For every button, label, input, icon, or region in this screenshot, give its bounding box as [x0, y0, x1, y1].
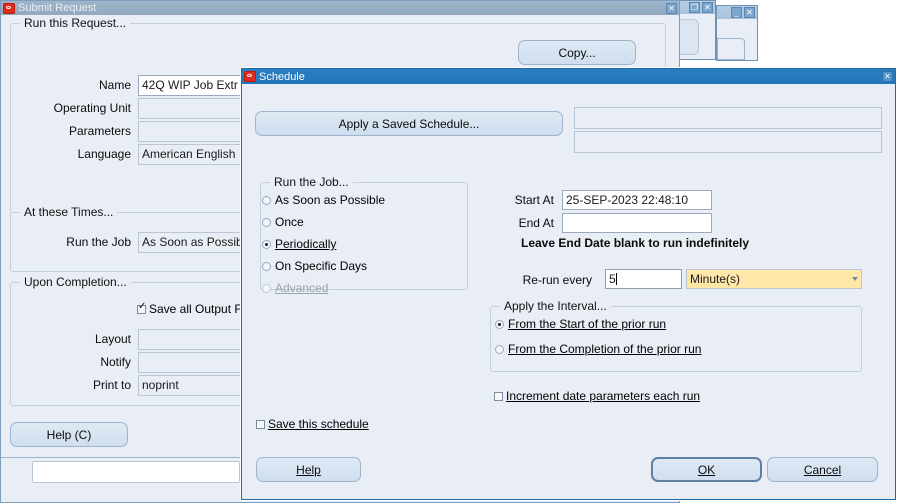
operating-unit-field[interactable]	[138, 98, 243, 119]
saved-schedule-name-field[interactable]	[574, 107, 882, 129]
rerun-every-value: 5	[609, 272, 616, 286]
apply-saved-schedule-button[interactable]: Apply a Saved Schedule...	[255, 111, 563, 136]
bg-window-2-titlebar[interactable]: _ ✕	[717, 6, 757, 19]
status-bar	[32, 461, 240, 483]
radio-icon[interactable]	[262, 217, 271, 227]
help-c-button[interactable]: Help (C)	[10, 422, 128, 447]
checkbox-icon[interactable]	[137, 302, 146, 314]
apply-interval-label: Apply the Interval...	[500, 299, 611, 313]
saved-schedule-desc-field[interactable]	[574, 131, 882, 153]
radio-label: From the Completion of the prior run	[508, 342, 702, 356]
print-to-label: Print to	[92, 378, 131, 392]
radio-icon[interactable]	[262, 261, 271, 271]
radio-on-specific-days[interactable]: On Specific Days	[262, 259, 367, 273]
save-this-schedule-checkbox-row[interactable]: Save this schedule	[256, 417, 369, 431]
help-button[interactable]: Help	[256, 457, 361, 482]
maximize-icon[interactable]: ❐	[689, 2, 700, 13]
at-these-times-label: At these Times...	[20, 205, 118, 219]
language-field[interactable]: American English	[138, 144, 243, 165]
end-at-label: End At	[518, 216, 554, 230]
rerun-every-label: Re-run every	[522, 273, 592, 287]
schedule-title: Schedule	[259, 70, 305, 83]
operating-unit-label: Operating Unit	[53, 101, 131, 115]
oracle-logo-icon	[3, 2, 15, 14]
print-to-field[interactable]: noprint	[138, 375, 243, 396]
apply-saved-schedule-label: Apply a Saved Schedule...	[338, 116, 480, 131]
save-all-output-label: Save all Output F	[149, 302, 242, 316]
parameters-field[interactable]	[138, 121, 243, 142]
notify-field[interactable]	[138, 352, 243, 373]
submit-request-title: Submit Request	[18, 2, 97, 14]
copy-button[interactable]: Copy...	[518, 40, 636, 65]
radio-from-start-of-prior-run[interactable]: From the Start of the prior run	[495, 317, 666, 331]
name-field[interactable]: 42Q WIP Job Extr	[138, 75, 243, 96]
parameters-label: Parameters	[68, 124, 131, 138]
bg-window-2-content	[717, 38, 745, 60]
radio-as-soon-as-possible[interactable]: As Soon as Possible	[262, 193, 385, 207]
close-icon[interactable]: ✕	[666, 2, 677, 14]
run-this-request-label: Run this Request...	[20, 16, 131, 30]
close-icon[interactable]: ✕	[882, 71, 893, 82]
desktop: ❐ ✕ _ ✕ Submit Request ✕ Run this Reques…	[0, 0, 900, 503]
run-the-job-group-label: Run the Job...	[270, 175, 353, 189]
radio-icon[interactable]	[262, 195, 271, 205]
save-all-output-checkbox-row[interactable]: Save all Output F	[137, 302, 242, 316]
cancel-button[interactable]: Cancel	[767, 457, 878, 482]
language-label: Language	[77, 147, 131, 161]
layout-label: Layout	[94, 332, 131, 346]
minimize-icon[interactable]: _	[731, 7, 742, 18]
notify-label: Notify	[100, 355, 131, 369]
radio-label: Advanced	[275, 281, 329, 295]
save-this-schedule-label: Save this schedule	[268, 417, 369, 431]
help-c-button-label: Help (C)	[46, 427, 92, 442]
close-icon[interactable]: ✕	[702, 2, 713, 13]
end-at-field[interactable]	[562, 213, 712, 233]
layout-field[interactable]	[138, 329, 243, 350]
radio-icon[interactable]	[262, 239, 271, 249]
radio-label: As Soon as Possible	[275, 193, 386, 207]
radio-label: On Specific Days	[275, 259, 368, 273]
bg-window-2[interactable]: _ ✕	[716, 5, 758, 61]
radio-periodically[interactable]: Periodically	[262, 237, 336, 251]
oracle-logo-icon	[244, 71, 256, 82]
radio-label: Periodically	[275, 237, 337, 251]
ok-button[interactable]: OK	[651, 457, 762, 482]
help-button-label: Help	[296, 462, 321, 477]
start-at-field[interactable]: 25-SEP-2023 22:48:10	[562, 190, 712, 210]
apply-interval-group: Apply the Interval...	[490, 299, 862, 372]
rerun-unit-dropdown[interactable]: Minute(s)	[686, 269, 862, 289]
run-the-job-label: Run the Job	[66, 235, 131, 249]
radio-once[interactable]: Once	[262, 215, 304, 229]
rerun-every-input[interactable]: 5	[605, 269, 682, 289]
run-the-job-field[interactable]: As Soon as Possib	[138, 232, 243, 253]
checkbox-icon[interactable]	[256, 419, 265, 429]
radio-icon[interactable]	[495, 319, 504, 329]
schedule-titlebar[interactable]: Schedule ✕	[242, 69, 895, 84]
rerun-unit-value: Minute(s)	[690, 272, 741, 286]
schedule-dialog[interactable]: Schedule ✕ Apply a Saved Schedule... Run…	[241, 68, 896, 500]
start-at-label: Start At	[514, 193, 554, 207]
cancel-button-label: Cancel	[803, 462, 842, 477]
checkbox-icon[interactable]	[494, 391, 503, 401]
close-icon[interactable]: ✕	[744, 7, 755, 18]
bg-window-1-content	[677, 19, 699, 55]
increment-date-parameters-label: Increment date parameters each run	[506, 389, 701, 403]
radio-label: From the Start of the prior run	[508, 317, 667, 331]
radio-from-completion-of-prior-run[interactable]: From the Completion of the prior run	[495, 342, 701, 356]
chevron-down-icon[interactable]	[852, 277, 858, 281]
ok-button-label: OK	[697, 462, 716, 477]
upon-completion-label: Upon Completion...	[20, 275, 131, 289]
submit-request-titlebar[interactable]: Submit Request ✕	[1, 1, 679, 15]
end-date-hint: Leave End Date blank to run indefinitely	[521, 236, 750, 250]
name-label: Name	[98, 78, 131, 92]
radio-label: Once	[275, 215, 304, 229]
radio-icon	[262, 283, 271, 293]
text-caret	[615, 273, 617, 285]
radio-icon[interactable]	[495, 344, 504, 354]
increment-date-parameters-checkbox-row[interactable]: Increment date parameters each run	[494, 389, 700, 403]
copy-button-label: Copy...	[558, 45, 596, 60]
radio-advanced: Advanced	[262, 281, 328, 295]
